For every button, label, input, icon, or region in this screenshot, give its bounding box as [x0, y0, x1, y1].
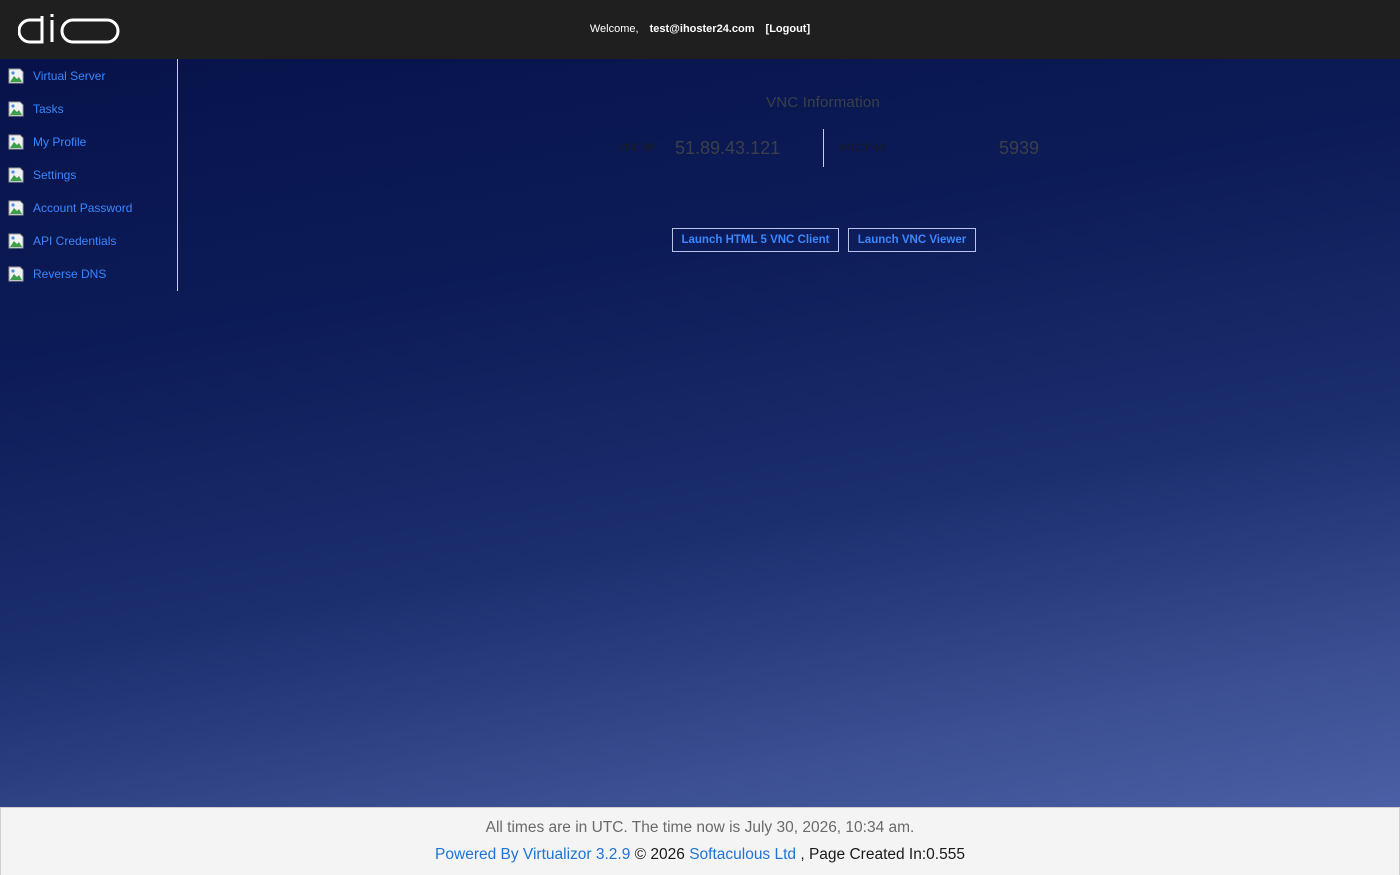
- sidebar-item-api-credentials[interactable]: API Credentials: [8, 230, 116, 252]
- sidebar-item-account-password[interactable]: Account Password: [8, 197, 132, 219]
- vnc-port-value: 5939: [999, 138, 1040, 158]
- sidebar-item-my-profile[interactable]: My Profile: [8, 131, 86, 153]
- footer: All times are in UTC. The time now is Ju…: [0, 807, 1400, 875]
- vnc-divider: [823, 129, 824, 167]
- footer-credits: Powered By Virtualizor 3.2.9 © 2026 Soft…: [1, 846, 1399, 864]
- content-background: [0, 59, 1400, 807]
- logout-link[interactable]: [Logout]: [766, 23, 811, 35]
- broken-image-icon: [8, 68, 24, 84]
- user-email: test@ihoster24.com: [649, 23, 755, 35]
- launch-vnc-viewer-button[interactable]: Launch VNC Viewer: [848, 228, 976, 252]
- sidebar-item-settings[interactable]: Settings: [8, 164, 76, 186]
- header-bar: Welcome, test@ihoster24.com [Logout]: [0, 0, 1400, 59]
- powered-by-link[interactable]: Powered By Virtualizor 3.2.9: [435, 846, 630, 863]
- sidebar-item-label: Virtual Server: [33, 69, 106, 83]
- footer-time: All times are in UTC. The time now is Ju…: [485, 819, 915, 836]
- sidebar-item-label: Reverse DNS: [33, 267, 107, 281]
- copyright-text: © 2026: [634, 846, 685, 863]
- softaculous-link[interactable]: Softaculous Ltd: [689, 846, 796, 863]
- broken-image-icon: [8, 134, 24, 150]
- sidebar-item-label: My Profile: [33, 135, 87, 149]
- vnc-ip-label: VNC IP: [618, 142, 655, 154]
- vnc-ip-value: 51.89.43.121: [675, 138, 781, 158]
- launch-html5-vnc-button[interactable]: Launch HTML 5 VNC Client: [672, 228, 839, 252]
- sidebar-item-virtual-server[interactable]: Virtual Server: [8, 65, 105, 87]
- sidebar-item-reverse-dns[interactable]: Reverse DNS: [8, 263, 106, 285]
- page-created-text: , Page Created In:0.555: [800, 846, 965, 863]
- vnc-port-label: VNC Port: [839, 142, 886, 154]
- broken-image-icon: [8, 200, 24, 216]
- sidebar-item-label: API Credentials: [33, 234, 117, 248]
- welcome-bar: Welcome, test@ihoster24.com [Logout]: [0, 23, 1400, 35]
- broken-image-icon: [8, 167, 24, 183]
- vnc-title: VNC Information: [766, 94, 880, 111]
- sidebar-item-label: Settings: [33, 168, 77, 182]
- sidebar-item-label: Account Password: [33, 201, 133, 215]
- welcome-label: Welcome,: [589, 23, 639, 35]
- broken-image-icon: [8, 233, 24, 249]
- broken-image-icon: [8, 266, 24, 282]
